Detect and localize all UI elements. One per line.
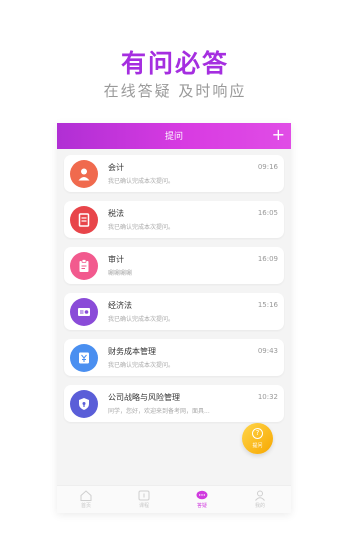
ask-question-label: 提问 bbox=[252, 443, 263, 449]
question-preview: 唰唰唰唰 bbox=[108, 270, 133, 277]
question-preview: 同学，您好，欢迎来到备考网，面具... bbox=[108, 408, 210, 415]
promo-subtitle: 在线答疑 及时响应 bbox=[103, 82, 247, 100]
ask-question-button[interactable]: ? 提问 bbox=[242, 423, 273, 454]
header-title: 提问 bbox=[164, 132, 183, 142]
question-subject: 公司战略与风险管理 bbox=[108, 393, 180, 402]
question-time: 09:16 bbox=[257, 163, 278, 171]
question-subject: 会计 bbox=[108, 163, 124, 172]
promo-title: 有问必答 bbox=[120, 49, 229, 78]
question-item[interactable]: 会计 09:16 我已确认完成本次提问。 bbox=[64, 155, 284, 192]
question-preview: 我已确认完成本次提问。 bbox=[108, 362, 175, 369]
question-list: 会计 09:16 我已确认完成本次提问。 税法 16:05 我已确认完成本次提问… bbox=[57, 149, 291, 422]
question-item[interactable]: 经济法 15:16 我已确认完成本次提问。 bbox=[64, 293, 284, 330]
chat-icon bbox=[196, 490, 208, 500]
user-icon bbox=[255, 490, 265, 501]
question-time: 10:32 bbox=[257, 393, 278, 401]
question-item[interactable]: 公司战略与风险管理 10:32 同学，您好，欢迎来到备考网，面具... bbox=[64, 385, 284, 422]
question-item[interactable]: 税法 16:05 我已确认完成本次提问。 bbox=[64, 201, 284, 238]
tab-course[interactable]: 课程 bbox=[115, 490, 173, 509]
question-preview: 我已确认完成本次提问。 bbox=[108, 178, 175, 185]
question-time: 16:05 bbox=[257, 209, 278, 217]
tab-label: 首页 bbox=[80, 503, 91, 509]
tab-label: 答疑 bbox=[196, 503, 207, 509]
question-subject: 财务成本管理 bbox=[108, 347, 156, 356]
shield-icon bbox=[70, 390, 98, 418]
question-time: 09:43 bbox=[257, 347, 278, 355]
tab-label: 我的 bbox=[254, 503, 265, 509]
finance-icon bbox=[70, 344, 98, 372]
question-subject: 经济法 bbox=[108, 301, 132, 310]
question-subject: 审计 bbox=[108, 255, 124, 264]
tab-profile[interactable]: 我的 bbox=[231, 490, 289, 509]
plus-icon[interactable]: + bbox=[272, 124, 285, 146]
question-time: 15:16 bbox=[257, 301, 278, 309]
home-icon bbox=[80, 490, 92, 501]
question-item[interactable]: 审计 16:09 唰唰唰唰 bbox=[64, 247, 284, 284]
tab-label: 课程 bbox=[138, 503, 149, 509]
bottom-tab-bar: 首页 课程 答疑 我的 bbox=[57, 485, 291, 513]
tab-answers[interactable]: 答疑 bbox=[173, 490, 231, 509]
question-subject: 税法 bbox=[108, 209, 124, 218]
course-icon bbox=[138, 490, 150, 501]
clipboard-icon bbox=[70, 252, 98, 280]
question-time: 16:09 bbox=[257, 255, 278, 263]
app-header: 提问 + bbox=[57, 123, 291, 149]
person-icon bbox=[70, 160, 98, 188]
question-preview: 我已确认完成本次提问。 bbox=[108, 224, 175, 231]
tab-home[interactable]: 首页 bbox=[57, 490, 115, 509]
scale-icon bbox=[70, 298, 98, 326]
question-item[interactable]: 财务成本管理 09:43 我已确认完成本次提问。 bbox=[64, 339, 284, 376]
question-icon: ? bbox=[252, 428, 263, 439]
document-icon bbox=[70, 206, 98, 234]
phone-screen: 提问 + 会计 09:16 我已确认完成本次提问。 税法 16:05 我已确认完… bbox=[57, 123, 291, 513]
question-preview: 我已确认完成本次提问。 bbox=[108, 316, 175, 323]
